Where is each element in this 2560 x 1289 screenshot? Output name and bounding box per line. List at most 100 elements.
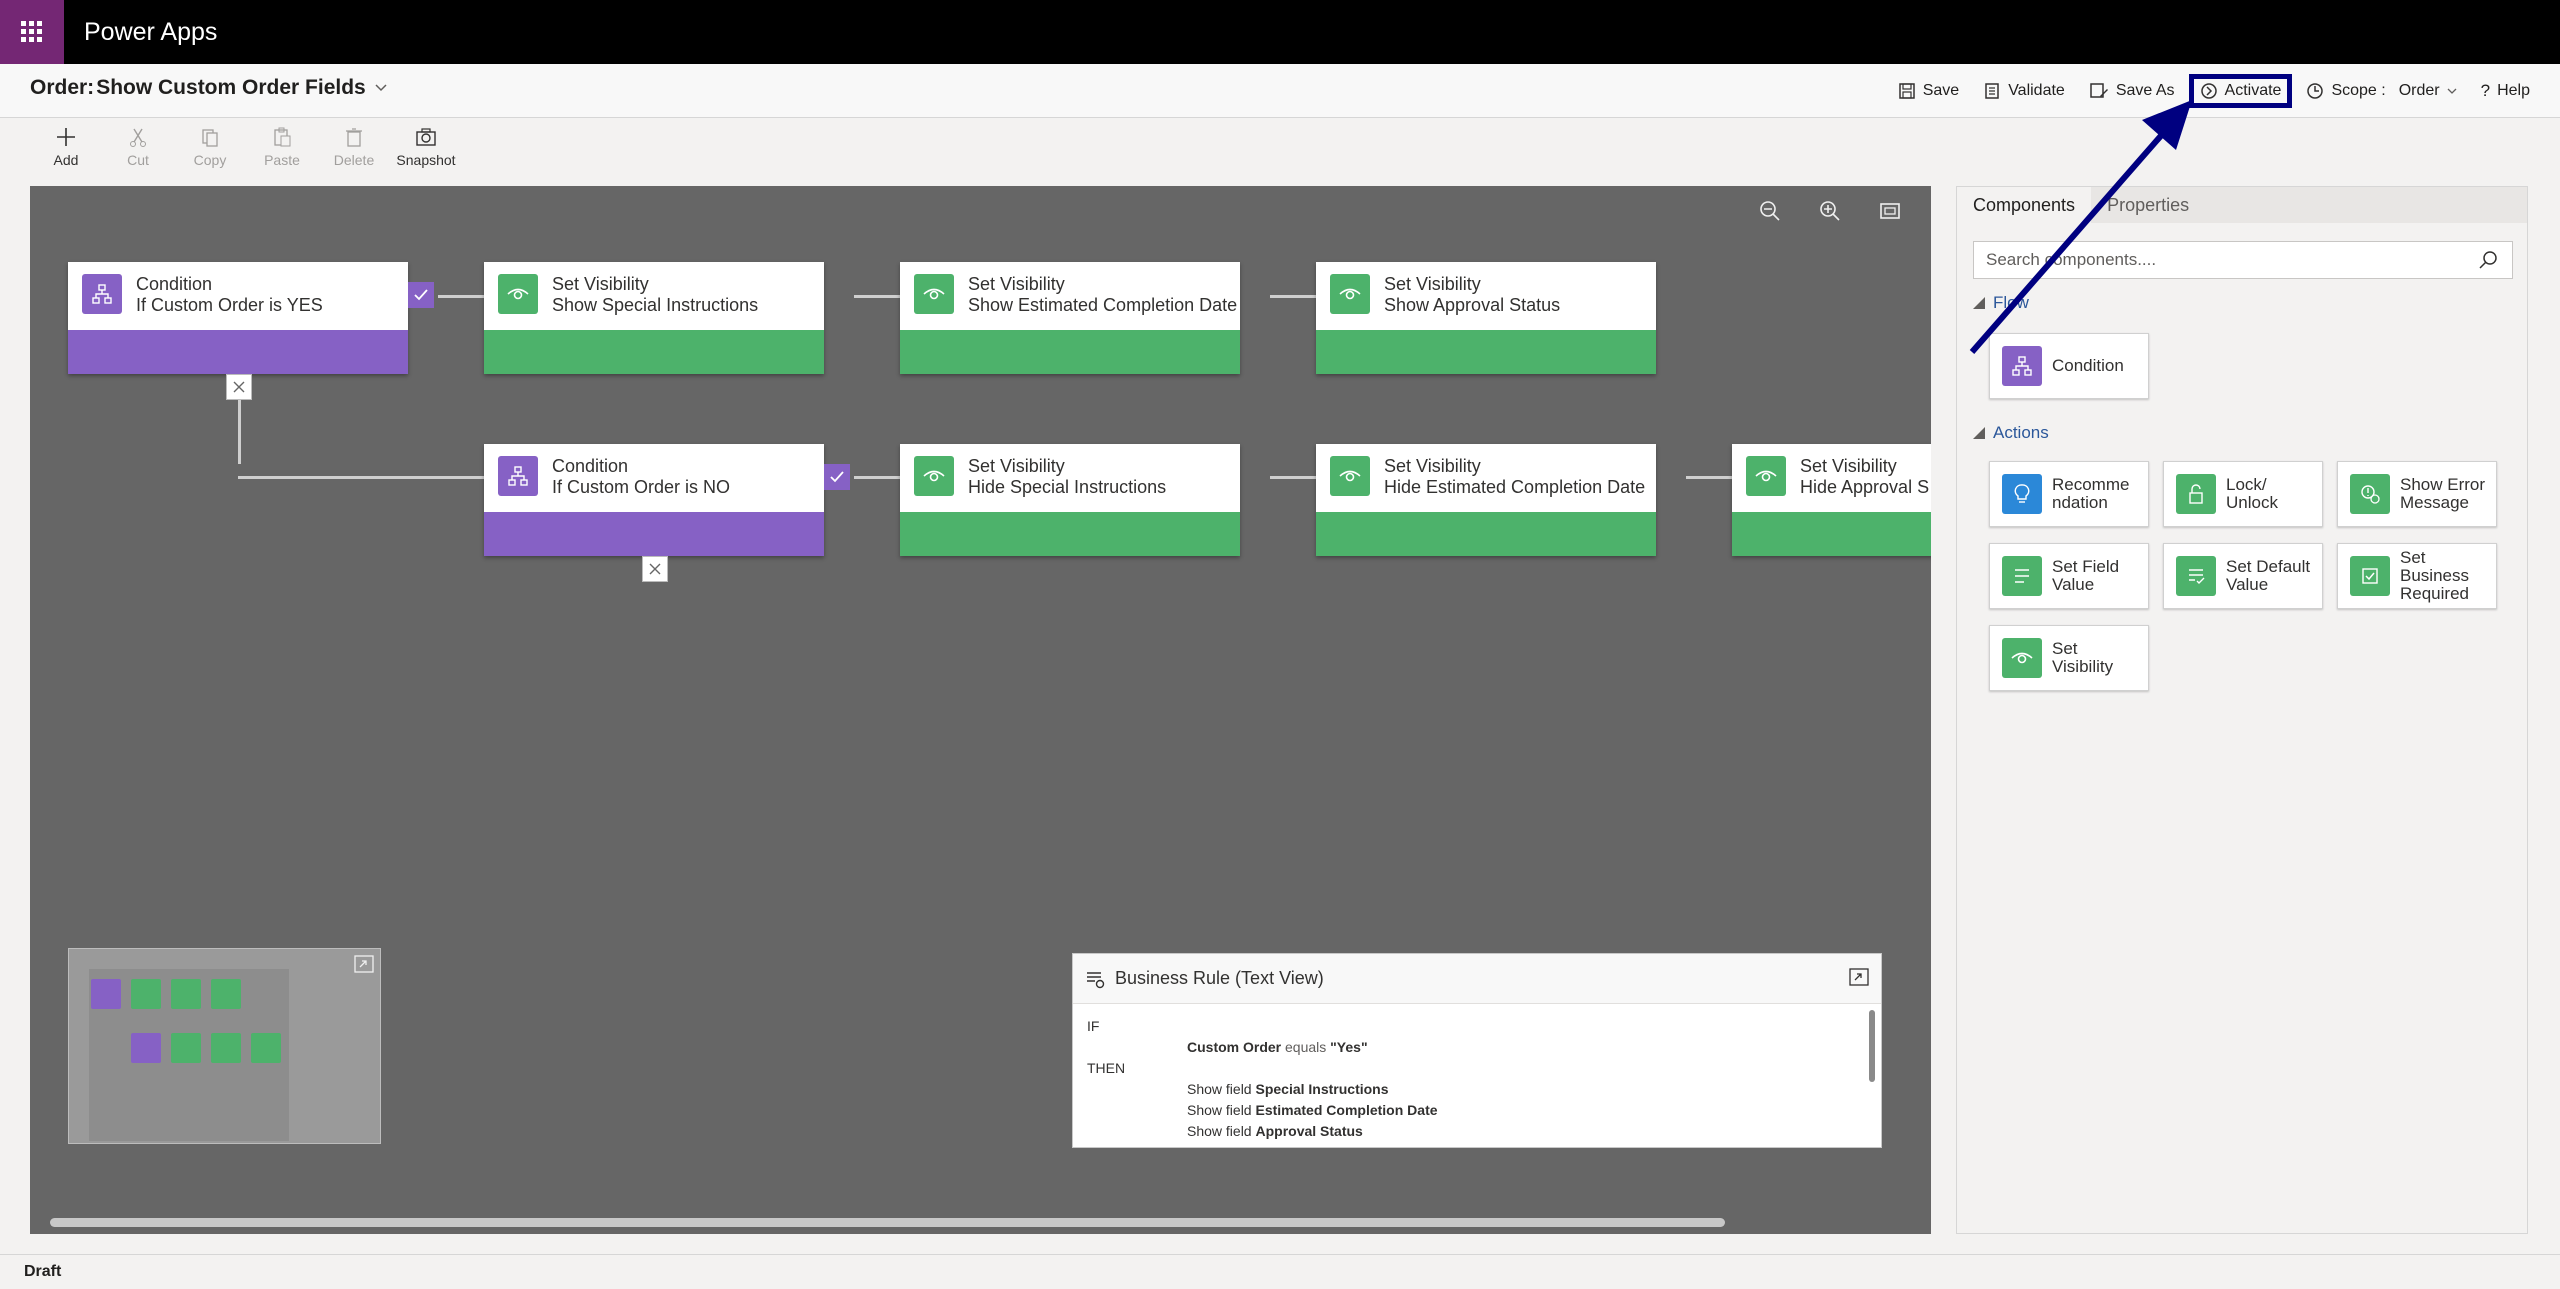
lightbulb-icon: [2002, 474, 2042, 514]
scope-dropdown[interactable]: Scope : Order: [2296, 74, 2466, 108]
save-icon: [1898, 83, 1915, 99]
business-rule-text-view: Business Rule (Text View) IF Custom Orde…: [1072, 953, 1882, 1148]
copy-icon: [202, 129, 218, 147]
canvas-horizontal-scrollbar[interactable]: [50, 1218, 1725, 1227]
condition-node[interactable]: Condition If Custom Order is YES: [68, 262, 408, 374]
condition-icon: [498, 456, 538, 496]
set-visibility-node[interactable]: Set Visibility Show Approval Status: [1316, 262, 1656, 374]
minimap[interactable]: [68, 948, 381, 1144]
plus-icon: [57, 128, 75, 146]
rule-name: Show Custom Order Fields: [96, 76, 366, 99]
eye-icon: [914, 274, 954, 314]
flow-section-heading[interactable]: Flow: [1973, 293, 2029, 313]
condition-icon: [82, 274, 122, 314]
search-components-input[interactable]: Search components....: [1973, 241, 2513, 279]
component-set-visibility[interactable]: Set Visibility: [1989, 625, 2149, 691]
eye-icon: [2002, 638, 2042, 678]
eye-icon: [1330, 274, 1370, 314]
false-branch-close-icon[interactable]: [642, 556, 668, 582]
save-as-button[interactable]: Save As: [2079, 74, 2185, 108]
true-branch-check-icon[interactable]: [408, 282, 434, 308]
status-text: Draft: [24, 1263, 62, 1280]
delete-button[interactable]: Delete: [318, 126, 390, 168]
chevron-down-icon: [375, 84, 387, 92]
trash-icon: [346, 128, 362, 147]
field-value-icon: [2002, 556, 2042, 596]
business-rule-title[interactable]: Order: Show Custom Order Fields: [30, 76, 388, 100]
minimap-node: [131, 1033, 161, 1063]
text-view-scrollbar[interactable]: [1869, 1010, 1875, 1082]
tab-components[interactable]: Components: [1957, 187, 2092, 223]
error-message-icon: [2350, 474, 2390, 514]
false-branch-close-icon[interactable]: [226, 374, 252, 400]
copy-button[interactable]: Copy: [174, 126, 246, 168]
components-panel: Components Properties Search components.…: [1956, 186, 2528, 1234]
component-set-business-required[interactable]: Set Business Required: [2337, 543, 2497, 609]
minimap-node: [91, 979, 121, 1009]
command-header: Order: Show Custom Order Fields Save Val…: [0, 64, 2560, 118]
condition-icon: [2002, 346, 2042, 386]
minimap-node: [211, 1033, 241, 1063]
eye-icon: [498, 274, 538, 314]
fit-to-screen-icon[interactable]: [1879, 200, 1901, 222]
set-visibility-node[interactable]: Set Visibility Hide Estimated Completion…: [1316, 444, 1656, 556]
lock-icon: [2176, 474, 2216, 514]
set-visibility-node[interactable]: Set Visibility Hide Special Instructions: [900, 444, 1240, 556]
set-visibility-node[interactable]: Set Visibility Show Special Instructions: [484, 262, 824, 374]
canvas-toolbar: Add Cut Copy Paste Delete Snapshot: [30, 126, 462, 168]
text-view-icon: [1087, 971, 1105, 988]
snapshot-button[interactable]: Snapshot: [390, 126, 462, 168]
expand-text-view-icon[interactable]: [1849, 968, 1869, 986]
checklist-icon: [1985, 83, 1999, 99]
collapse-triangle-icon: [1973, 427, 1985, 439]
scope-icon: [2307, 83, 2324, 99]
required-check-icon: [2350, 556, 2390, 596]
eye-icon: [1330, 456, 1370, 496]
connector: [238, 476, 514, 479]
actions-section-heading[interactable]: Actions: [1973, 423, 2049, 443]
connector: [238, 400, 241, 464]
component-condition[interactable]: Condition: [1989, 333, 2149, 399]
collapse-minimap-icon[interactable]: [354, 955, 374, 973]
minimap-node: [211, 979, 241, 1009]
designer-canvas[interactable]: Condition If Custom Order is YES Set Vis…: [30, 186, 1931, 1234]
component-recommendation[interactable]: Recomme ndation: [1989, 461, 2149, 527]
activate-icon: [2200, 83, 2217, 99]
eye-icon: [1746, 456, 1786, 496]
help-button[interactable]: ? Help: [2471, 74, 2540, 108]
paste-icon: [274, 127, 291, 147]
status-bar: Draft: [0, 1254, 2560, 1289]
tab-properties[interactable]: Properties: [2091, 187, 2205, 223]
component-lock-unlock[interactable]: Lock/ Unlock: [2163, 461, 2323, 527]
default-value-icon: [2176, 556, 2216, 596]
paste-button[interactable]: Paste: [246, 126, 318, 168]
zoom-out-icon[interactable]: [1759, 200, 1781, 222]
save-as-icon: [2090, 83, 2108, 98]
chevron-down-icon: [2447, 88, 2457, 94]
component-show-error-message[interactable]: Show Error Message: [2337, 461, 2497, 527]
set-visibility-node[interactable]: Set Visibility Show Estimated Completion…: [900, 262, 1240, 374]
scissors-icon: [130, 128, 146, 147]
activate-button[interactable]: Activate: [2188, 74, 2293, 108]
component-set-default-value[interactable]: Set Default Value: [2163, 543, 2323, 609]
add-button[interactable]: Add: [30, 126, 102, 168]
app-name: Power Apps: [84, 18, 218, 46]
validate-button[interactable]: Validate: [1973, 74, 2075, 108]
minimap-node: [171, 1033, 201, 1063]
help-icon: ?: [2480, 81, 2491, 100]
top-bar: Power Apps: [0, 0, 2560, 64]
true-branch-check-icon[interactable]: [824, 464, 850, 490]
eye-icon: [914, 456, 954, 496]
minimap-node: [131, 979, 161, 1009]
set-visibility-node[interactable]: Set Visibility Hide Approval S: [1732, 444, 1931, 556]
cut-button[interactable]: Cut: [102, 126, 174, 168]
rule-entity: Order:: [30, 76, 95, 99]
save-button[interactable]: Save: [1888, 74, 1969, 108]
collapse-triangle-icon: [1973, 297, 1985, 309]
search-icon: [2479, 251, 2497, 269]
app-launcher-icon[interactable]: [0, 0, 64, 64]
component-set-field-value[interactable]: Set Field Value: [1989, 543, 2149, 609]
condition-node[interactable]: Condition If Custom Order is NO: [484, 444, 824, 556]
minimap-node: [171, 979, 201, 1009]
zoom-in-icon[interactable]: [1819, 200, 1841, 222]
